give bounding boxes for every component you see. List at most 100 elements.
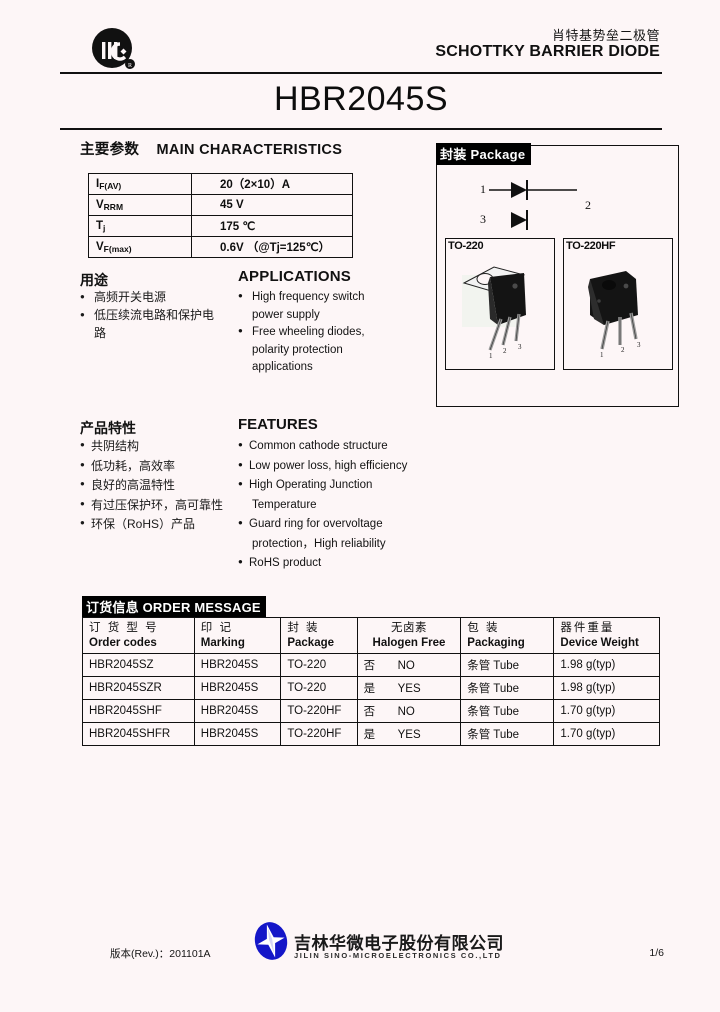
applications-list-cn: 高频开关电源 低压续流电路和保护电 路: [80, 288, 232, 343]
package-variant-boxes: TO-220 1 2 3 TO-220HF 1 2 3: [445, 238, 673, 370]
schematic-pin-2-label: 2: [585, 198, 591, 212]
cell-device-weight: 1.70 g(typ): [553, 722, 660, 746]
company-logo-icon: [253, 921, 289, 963]
cell-marking: HBR2045S: [193, 699, 282, 723]
list-item: Low power loss, high efficiency: [238, 456, 443, 476]
schematic-pin-3-label: 3: [480, 212, 486, 226]
list-item: 低功耗，高效率: [80, 456, 235, 476]
svg-text:3: 3: [637, 341, 641, 349]
column-header-order-codes: 订 货 型 号 Order codes: [82, 617, 195, 654]
company-name-en: JILIN SINO-MICROELECTRONICS CO.,LTD: [294, 951, 502, 960]
order-message-heading: 订货信息 ORDER MESSAGE: [82, 596, 266, 618]
column-header-en: Halogen Free: [372, 637, 446, 649]
cell-order-code: HBR2045SZR: [82, 676, 195, 700]
char-symbol: IF(AV): [88, 173, 192, 195]
cell-packaging-en: Tube: [493, 729, 520, 741]
table-row: HBR2045SZ HBR2045S TO-220 否 NO 条管 Tube 1.9…: [82, 653, 660, 677]
header-title-en: SCHOTTKY BARRIER DIODE: [435, 43, 660, 60]
cell-packaging-cn: 条管: [467, 729, 491, 741]
features-heading-cn: 产品特性: [80, 420, 136, 436]
list-item: 环保（RoHS）产品: [80, 514, 235, 534]
svg-text:2: 2: [621, 346, 625, 354]
cell-marking: HBR2045S: [193, 676, 282, 700]
column-header-cn: 印 记: [200, 622, 233, 634]
cell-package: TO-220HF: [280, 699, 358, 723]
package-variant-label: TO-220HF: [566, 240, 616, 252]
list-item: 有过压保护环，高可靠性: [80, 495, 235, 515]
cell-packaging: 条管 Tube: [460, 722, 555, 746]
list-item: 良好的高温特性: [80, 475, 235, 495]
cell-halogen-free: 是 YES: [356, 676, 462, 700]
char-symbol-base: V: [96, 199, 104, 211]
list-item: protection，High reliability: [252, 537, 386, 550]
schematic-pin-1-label: 1: [480, 182, 486, 196]
cell-order-code: HBR2045SHF: [82, 699, 195, 723]
column-header-marking: 印 记 Marking: [193, 617, 282, 654]
package-heading: 封装 Package: [436, 143, 532, 165]
list-item: applications: [252, 361, 313, 373]
cell-halogen-free: 否 NO: [356, 699, 462, 723]
cell-packaging-en: Tube: [493, 683, 520, 695]
svg-text:2: 2: [503, 347, 507, 355]
package-schematic: 1 2 3: [437, 168, 680, 236]
applications-list-en: High frequency switch power supply Free …: [238, 288, 413, 377]
column-header-cn: 封 装: [287, 622, 320, 634]
column-header-en: Marking: [200, 637, 245, 649]
main-characteristics-table: IF(AV) 20（2×10）A VRRM 45 V Tj 175 ℃ VF(m…: [88, 173, 353, 258]
footer-revision: 版本(Rev.)：201101A: [110, 948, 211, 960]
list-item: 共阴结构: [80, 436, 235, 456]
column-header-cn: 器件重量: [560, 622, 615, 634]
to220-package-image: 1 2 3: [446, 253, 554, 369]
list-item: Common cathode structure: [238, 436, 443, 456]
column-header-cn: 包 装: [467, 622, 500, 634]
cell-order-code: HBR2045SHFR: [82, 722, 195, 746]
main-characteristics-heading-cn: 主要参数: [80, 142, 140, 158]
package-panel: 1 2 3 TO-220 1 2 3 TO-220HF 1 2 3: [436, 145, 679, 407]
cell-packaging-cn: 条管: [467, 660, 491, 672]
char-symbol-base: T: [96, 220, 104, 232]
cell-packaging-en: Tube: [493, 660, 520, 672]
svg-text:1: 1: [600, 351, 604, 359]
char-symbol-sub: F(max): [103, 244, 132, 254]
cell-halogen-free-en: NO: [397, 660, 415, 672]
list-item: Free wheeling diodes,: [238, 323, 413, 341]
list-item: 路: [94, 326, 107, 340]
list-item: 高频开关电源: [80, 288, 232, 306]
column-header-cn: 无卤素: [390, 622, 427, 634]
applications-heading-en: APPLICATIONS: [238, 268, 351, 285]
page-number: 1/6: [649, 947, 664, 959]
table-row: VF(max) 0.6V （@Tj=125℃）: [88, 236, 353, 258]
cell-device-weight: 1.98 g(typ): [553, 676, 660, 700]
column-header-cn: 订 货 型 号: [89, 622, 159, 634]
cell-halogen-free-en: NO: [397, 706, 415, 718]
column-header-package: 封 装 Package: [280, 617, 358, 654]
cell-device-weight: 1.98 g(typ): [553, 653, 660, 677]
applications-heading-cn: 用途: [80, 272, 108, 288]
column-header-halogen-free: 无卤素 Halogen Free: [356, 617, 462, 654]
cell-halogen-free-cn: 否: [363, 706, 376, 718]
char-value: 0.6V （@Tj=125℃）: [191, 236, 353, 258]
column-header-en: Package: [287, 637, 335, 649]
column-header-device-weight: 器件重量 Device Weight: [553, 617, 660, 654]
column-header-en: Device Weight: [560, 637, 639, 649]
page-title: HBR2045S: [273, 80, 449, 118]
cell-packaging-cn: 条管: [467, 683, 491, 695]
table-row: HBR2045SHF HBR2045S TO-220HF 否 NO 条管 Tube …: [82, 699, 660, 723]
cell-halogen-free: 是 YES: [356, 722, 462, 746]
header-title-cn: 肖特基势垒二极管: [551, 28, 660, 43]
cell-halogen-free-cn: 是: [363, 683, 376, 695]
cell-marking: HBR2045S: [193, 722, 282, 746]
list-item: High Operating Junction: [238, 475, 443, 495]
column-header-packaging: 包 装 Packaging: [460, 617, 555, 654]
main-characteristics-heading-en: MAIN CHARACTERISTICS: [156, 142, 343, 158]
svg-text:1: 1: [489, 352, 493, 360]
features-list-cn: 共阴结构 低功耗，高效率 良好的高温特性 有过压保护环，高可靠性 环保（RoHS…: [80, 436, 235, 535]
column-header-en: Packaging: [467, 637, 525, 649]
list-item: High frequency switch: [238, 288, 413, 306]
cell-marking: HBR2045S: [193, 653, 282, 677]
char-symbol-sub: j: [103, 223, 106, 233]
cell-packaging-en: Tube: [493, 706, 520, 718]
cell-packaging: 条管 Tube: [460, 653, 555, 677]
svg-text:R: R: [128, 63, 132, 69]
datasheet-page: R 肖特基势垒二极管 SCHOTTKY BARRIER DIODE HBR204…: [0, 0, 720, 1012]
